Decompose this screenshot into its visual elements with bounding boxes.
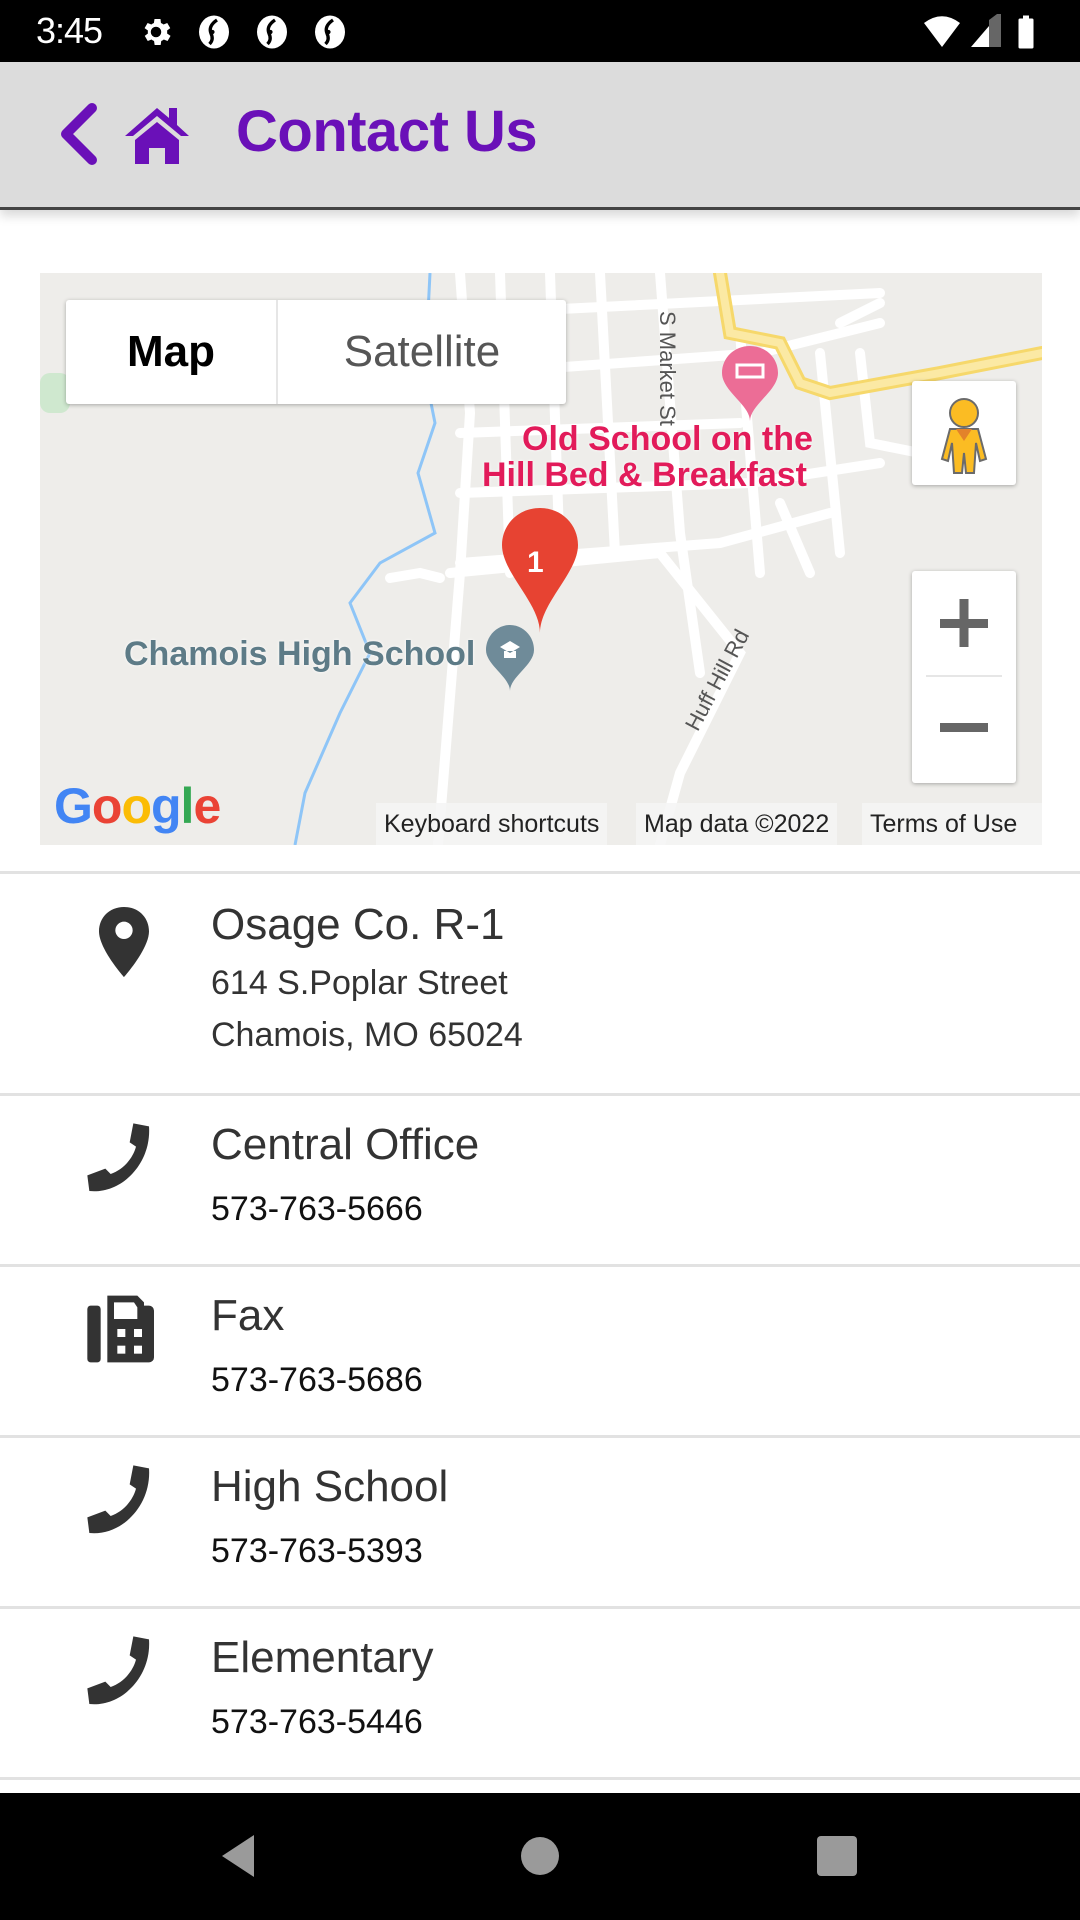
zoom-out-button[interactable] — [912, 677, 1016, 781]
contact-title: Central Office — [211, 1120, 480, 1169]
recents-nav-icon[interactable] — [812, 1831, 862, 1881]
contact-item-elementary[interactable]: Elementary 573-763-5446 — [0, 1609, 1080, 1777]
contact-title: Fax — [211, 1291, 285, 1340]
map-poi-school[interactable]: Chamois High School — [124, 635, 475, 674]
home-nav-icon[interactable] — [515, 1831, 565, 1881]
app-bar: Contact Us — [0, 62, 1080, 210]
map-zoom-control — [912, 571, 1016, 783]
sync-app-icon — [315, 15, 345, 49]
fax-icon — [87, 1295, 154, 1363]
terms-of-use-link[interactable]: Terms of Use — [862, 803, 1042, 845]
back-nav-icon[interactable] — [214, 1831, 264, 1881]
contact-title: Elementary — [211, 1633, 434, 1682]
contact-title: High School — [211, 1462, 449, 1511]
status-time: 3:45 — [36, 10, 103, 51]
home-icon[interactable] — [120, 102, 194, 166]
cell-signal-icon — [971, 14, 1001, 47]
street-view-pegman-button[interactable] — [912, 381, 1016, 485]
location-pin-icon — [99, 907, 149, 977]
divider — [0, 1777, 1080, 1780]
address-line-1: 614 S.Poplar Street — [211, 964, 508, 1002]
phone-icon — [87, 1123, 150, 1192]
phone-number[interactable]: 573-763-5393 — [211, 1532, 423, 1571]
wifi-icon — [924, 16, 960, 47]
phone-number[interactable]: 573-763-5446 — [211, 1703, 423, 1742]
map-marker-label[interactable]: 1 — [527, 546, 544, 580]
phone-icon — [87, 1465, 150, 1534]
settings-icon — [144, 18, 171, 46]
contact-title: Osage Co. R-1 — [211, 900, 505, 949]
contact-item-address[interactable]: Osage Co. R-1 614 S.Poplar Street Chamoi… — [0, 874, 1080, 1093]
google-logo: Google — [54, 778, 221, 834]
map-poi-bnb-line1: Old School on the — [522, 420, 813, 458]
sync-app-icon — [199, 15, 229, 49]
phone-icon — [87, 1636, 150, 1705]
map-type-satellite-button[interactable]: Satellite — [278, 300, 566, 404]
system-nav-bar — [0, 1793, 1080, 1920]
keyboard-shortcuts-link[interactable]: Keyboard shortcuts — [376, 803, 608, 845]
zoom-in-button[interactable] — [912, 571, 1016, 675]
map-type-map-button[interactable]: Map — [66, 300, 278, 404]
chevron-left-icon[interactable] — [56, 102, 100, 166]
battery-icon — [1018, 15, 1034, 49]
sync-app-icon — [257, 15, 287, 49]
map-type-control: Map Satellite — [66, 300, 566, 404]
pegman-icon — [940, 398, 988, 474]
phone-number[interactable]: 573-763-5666 — [211, 1190, 423, 1229]
contact-item-high-school[interactable]: High School 573-763-5393 — [0, 1438, 1080, 1606]
page-title: Contact Us — [236, 99, 538, 164]
contact-list: Osage Co. R-1 614 S.Poplar Street Chamoi… — [0, 871, 1080, 1780]
map-street-market: S Market St — [655, 311, 680, 426]
phone-number[interactable]: 573-763-5686 — [211, 1361, 423, 1400]
map-poi-bnb-line2: Hill Bed & Breakfast — [482, 456, 807, 494]
status-bar: 3:45 — [0, 0, 1080, 62]
map-data-attribution[interactable]: Map data ©2022 — [636, 803, 838, 845]
map-poi-bnb[interactable]: Old School on the Hill Bed & Breakfast — [482, 420, 813, 493]
contact-item-central-office[interactable]: Central Office 573-763-5666 — [0, 1096, 1080, 1264]
embedded-map[interactable]: 1 Old School on the Hill Bed & Breakfast… — [40, 273, 1042, 845]
address-line-2: Chamois, MO 65024 — [211, 1016, 523, 1054]
contact-item-fax[interactable]: Fax 573-763-5686 — [0, 1267, 1080, 1435]
